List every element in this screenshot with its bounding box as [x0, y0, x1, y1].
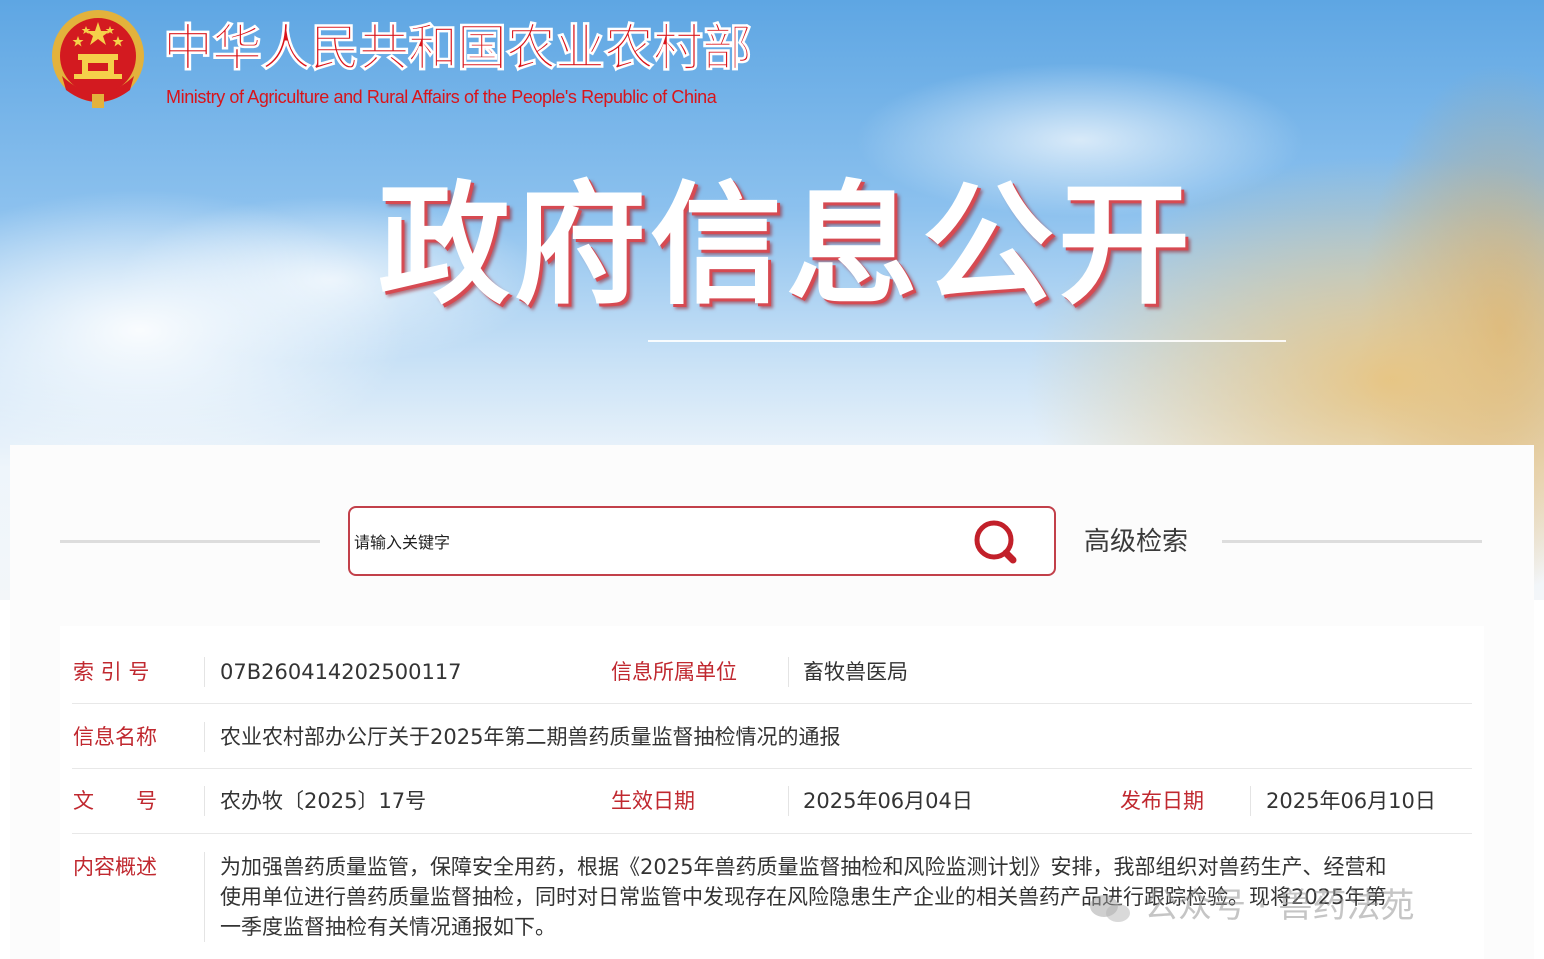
column-separator: [204, 852, 205, 942]
summary-label: 内容概述: [73, 855, 157, 879]
search-divider-left: [60, 540, 320, 543]
search-bar: [348, 506, 1056, 576]
banner-divider: [648, 340, 1286, 342]
document-number-value: 农办牧〔2025〕17号: [220, 789, 427, 813]
national-emblem-icon: [52, 10, 144, 108]
column-separator: [788, 786, 789, 816]
search-button[interactable]: [968, 516, 1028, 568]
row-divider: [72, 703, 1472, 704]
column-separator: [204, 786, 205, 816]
publish-date-value: 2025年06月10日: [1266, 789, 1436, 813]
search-divider-right: [1222, 540, 1482, 543]
index-number-value: 07B260414202500117: [220, 660, 462, 684]
index-number-label: 索 引 号: [73, 660, 150, 684]
column-separator: [788, 657, 789, 687]
effective-date-label: 生效日期: [611, 789, 695, 813]
info-name-label: 信息名称: [73, 725, 157, 749]
ministry-name-en: Ministry of Agriculture and Rural Affair…: [166, 87, 717, 107]
info-name-value: 农业农村部办公厅关于2025年第二期兽药质量监督抽检情况的通报: [220, 725, 841, 749]
wechat-icon: [1090, 895, 1130, 922]
search-input[interactable]: [352, 516, 956, 568]
column-separator: [1250, 786, 1251, 816]
column-separator: [204, 657, 205, 687]
banner-title: 政府信息公开: [378, 169, 1194, 323]
owner-unit-label: 信息所属单位: [611, 660, 737, 684]
search-icon: [974, 520, 1017, 564]
owner-unit-value: 畜牧兽医局: [803, 660, 908, 684]
summary-line: 为加强兽药质量监管，保障安全用药，根据《2025年兽药质量监督抽检和风险监测计划…: [220, 855, 1387, 879]
watermark-text: 公众号 · 兽药法苑: [1144, 886, 1415, 926]
publish-date-label: 发布日期: [1120, 789, 1204, 813]
advanced-search-link[interactable]: 高级检索: [1084, 524, 1188, 560]
column-separator: [204, 722, 205, 752]
row-divider: [72, 768, 1472, 769]
row-divider: [72, 833, 1472, 834]
document-number-label: 文 号: [73, 789, 157, 813]
ministry-name-cn: 中华人民共和国农业农村部: [163, 18, 753, 78]
effective-date-value: 2025年06月04日: [803, 789, 973, 813]
